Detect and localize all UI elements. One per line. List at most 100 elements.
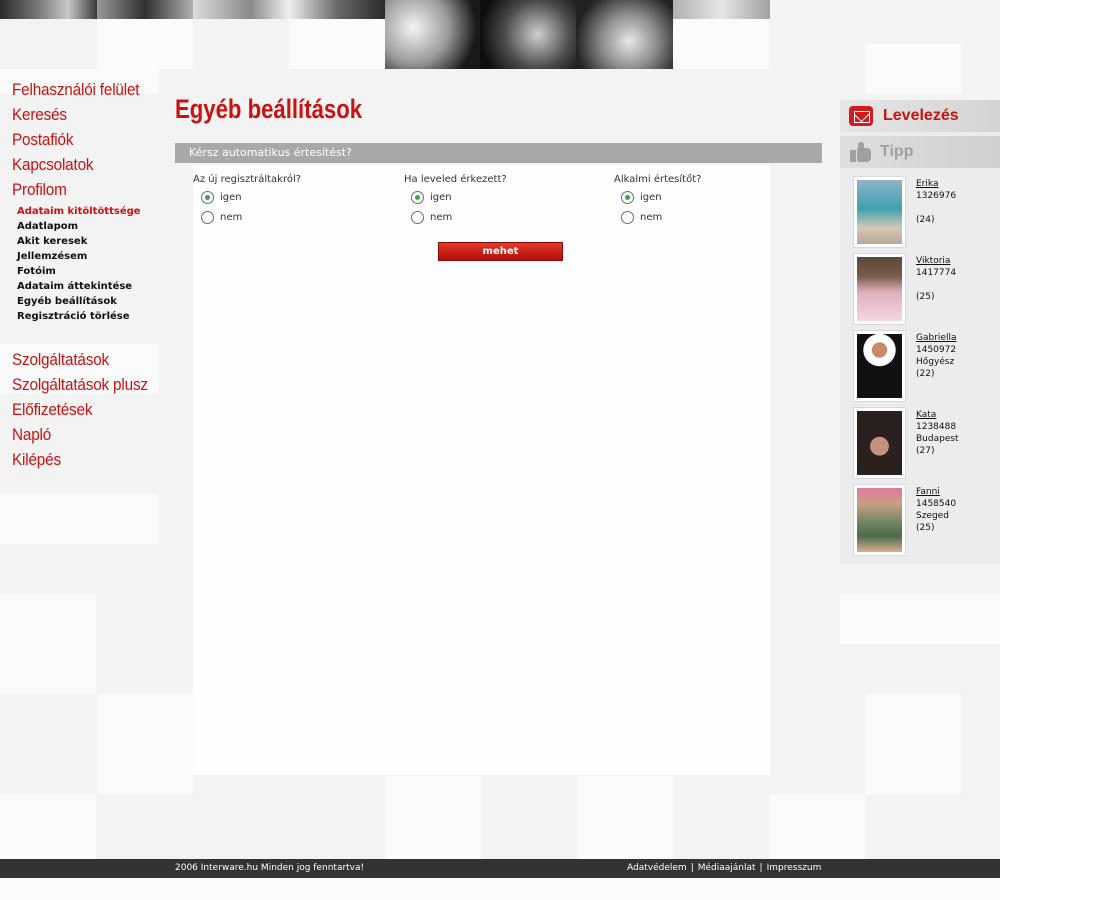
subnav-item-adataim-kitoltottsege[interactable]: Adataim kitöltöttsége	[17, 206, 141, 217]
profile-name-link[interactable]: Fanni	[916, 487, 940, 497]
bg-tile	[289, 19, 385, 69]
nav-item-postafiok[interactable]: Postafiók	[12, 130, 74, 150]
page: Felhasználói felület Keresés Postafiók K…	[0, 0, 1100, 900]
nav-item-szolgaltatasok-plusz[interactable]: Szolgáltatások plusz	[12, 375, 148, 395]
submit-button[interactable]: mehet	[438, 242, 563, 261]
profile-card: Kata 1238488 Budapest (27)	[853, 407, 1003, 479]
profile-name-link[interactable]: Gabriella	[916, 333, 956, 343]
footer-link-mediaajanlat[interactable]: Médiaajánlat	[698, 863, 756, 873]
profile-id: 1417774	[916, 268, 957, 278]
header-photo	[385, 0, 480, 69]
profile-photo[interactable]	[853, 407, 906, 479]
profile-city: Szeged	[916, 511, 949, 521]
bg-tile	[673, 19, 769, 69]
profile-photo[interactable]	[853, 253, 906, 325]
radio-button[interactable]	[621, 211, 634, 224]
radio-new-registrants-yes[interactable]: igen	[201, 191, 242, 204]
radio-button-checked[interactable]	[201, 191, 214, 204]
profile-photo[interactable]	[853, 484, 906, 556]
nav-item-kereses[interactable]: Keresés	[12, 105, 67, 125]
bg-tile	[0, 878, 1000, 900]
radio-button[interactable]	[411, 211, 424, 224]
bg-tile	[577, 776, 673, 859]
radio-label: igen	[430, 192, 452, 203]
nav-item-elofizetesek[interactable]: Előfizetések	[12, 400, 93, 420]
radio-label: nem	[220, 212, 243, 223]
profile-photo[interactable]	[853, 330, 906, 402]
radio-label: nem	[430, 212, 453, 223]
nav-item-naplo[interactable]: Napló	[12, 425, 51, 445]
bg-tile	[865, 694, 961, 794]
mail-tab[interactable]: Levelezés	[840, 100, 1000, 132]
bg-tile	[840, 594, 1000, 644]
subnav-item-adatlapom[interactable]: Adatlapom	[17, 221, 78, 232]
bg-tile	[97, 694, 193, 794]
footer-copyright: 2006 Interware.hu Minden jog fenntartva!	[175, 863, 365, 873]
question-label-new-registrants: Az új regisztráltakról?	[193, 174, 302, 185]
radio-label: igen	[220, 192, 242, 203]
subnav-item-adataim-attekintese[interactable]: Adataim áttekintése	[17, 281, 132, 292]
profile-card: Gabriella 1450972 Hőgyész (22)	[853, 330, 1003, 402]
footer-link-impresszum[interactable]: Impresszum	[767, 863, 822, 873]
radio-button-checked[interactable]	[621, 191, 634, 204]
bg-tile	[769, 794, 865, 859]
bg-tile	[0, 494, 159, 544]
bg-tile	[0, 794, 96, 859]
radio-new-registrants-no[interactable]: nem	[201, 211, 242, 224]
profile-photo[interactable]	[853, 176, 906, 248]
subnav-item-jellemzesem[interactable]: Jellemzésem	[17, 251, 87, 262]
profile-city: Hőgyész	[916, 357, 955, 367]
footer-link-adatvedelem[interactable]: Adatvédelem	[627, 863, 687, 873]
envelope-icon	[849, 106, 873, 126]
profile-id: 1450972	[916, 345, 957, 355]
subnav-item-fotoim[interactable]: Fotóim	[17, 266, 56, 277]
thumbs-up-icon	[850, 142, 872, 162]
profile-city: Budapest	[916, 434, 959, 444]
radio-occasional-notice-no[interactable]: nem	[621, 211, 662, 224]
profile-id: 1458540	[916, 499, 957, 509]
profile-card: Viktoria 1417774 (25)	[853, 253, 1003, 325]
bg-tile	[0, 594, 96, 694]
radio-button[interactable]	[201, 211, 214, 224]
page-title: Egyéb beállítások	[175, 94, 363, 124]
radio-button-checked[interactable]	[411, 191, 424, 204]
tip-tab[interactable]: Tipp	[840, 136, 1000, 168]
radio-new-mail-yes[interactable]: igen	[411, 191, 452, 204]
bg-tile	[385, 776, 481, 859]
header-photo	[673, 0, 770, 19]
profile-card: Erika 1326976 (24)	[853, 176, 1003, 248]
footer-separator: |	[759, 863, 763, 873]
nav-item-kapcsolatok[interactable]: Kapcsolatok	[12, 155, 94, 175]
bg-tile	[865, 44, 961, 94]
bg-tile	[97, 19, 193, 69]
footer-links: Adatvédelem | Médiaajánlat | Impresszum	[627, 859, 821, 878]
header-photo	[0, 0, 97, 19]
profile-age: (27)	[916, 446, 935, 456]
profile-name-link[interactable]: Kata	[916, 410, 936, 420]
profile-id: 1326976	[916, 191, 957, 201]
radio-new-mail-no[interactable]: nem	[411, 211, 452, 224]
footer-separator: |	[690, 863, 694, 873]
subnav-item-regisztracio-torlese[interactable]: Regisztráció törlése	[17, 311, 130, 322]
nav-item-kilepes[interactable]: Kilépés	[12, 450, 61, 470]
footer: 2006 Interware.hu Minden jog fenntartva!…	[0, 859, 1000, 878]
profile-age: (22)	[916, 369, 935, 379]
nav-item-szolgaltatasok[interactable]: Szolgáltatások	[12, 350, 109, 370]
profile-id: 1238488	[916, 422, 957, 432]
header-photo	[576, 0, 673, 69]
question-label-new-mail: Ha leveled érkezett?	[404, 174, 507, 185]
radio-occasional-notice-yes[interactable]: igen	[621, 191, 662, 204]
nav-item-profilom[interactable]: Profilom	[12, 180, 67, 200]
subnav-item-egyeb-beallitasok[interactable]: Egyéb beállítások	[17, 296, 117, 307]
profile-name-link[interactable]: Viktoria	[916, 256, 950, 266]
header-photo	[97, 0, 193, 19]
header-photo	[193, 0, 289, 19]
tip-tab-label: Tipp	[880, 143, 914, 160]
subnav-item-akit-keresek[interactable]: Akit keresek	[17, 236, 87, 247]
page-margin	[1000, 0, 1100, 900]
question-label-occasional-notice: Alkalmi értesítőt?	[614, 174, 702, 185]
profile-name-link[interactable]: Erika	[916, 179, 938, 189]
nav-item-felhasznaloi-felulet[interactable]: Felhasználói felület	[12, 80, 140, 100]
header-photo	[289, 0, 385, 19]
radio-label: nem	[640, 212, 663, 223]
